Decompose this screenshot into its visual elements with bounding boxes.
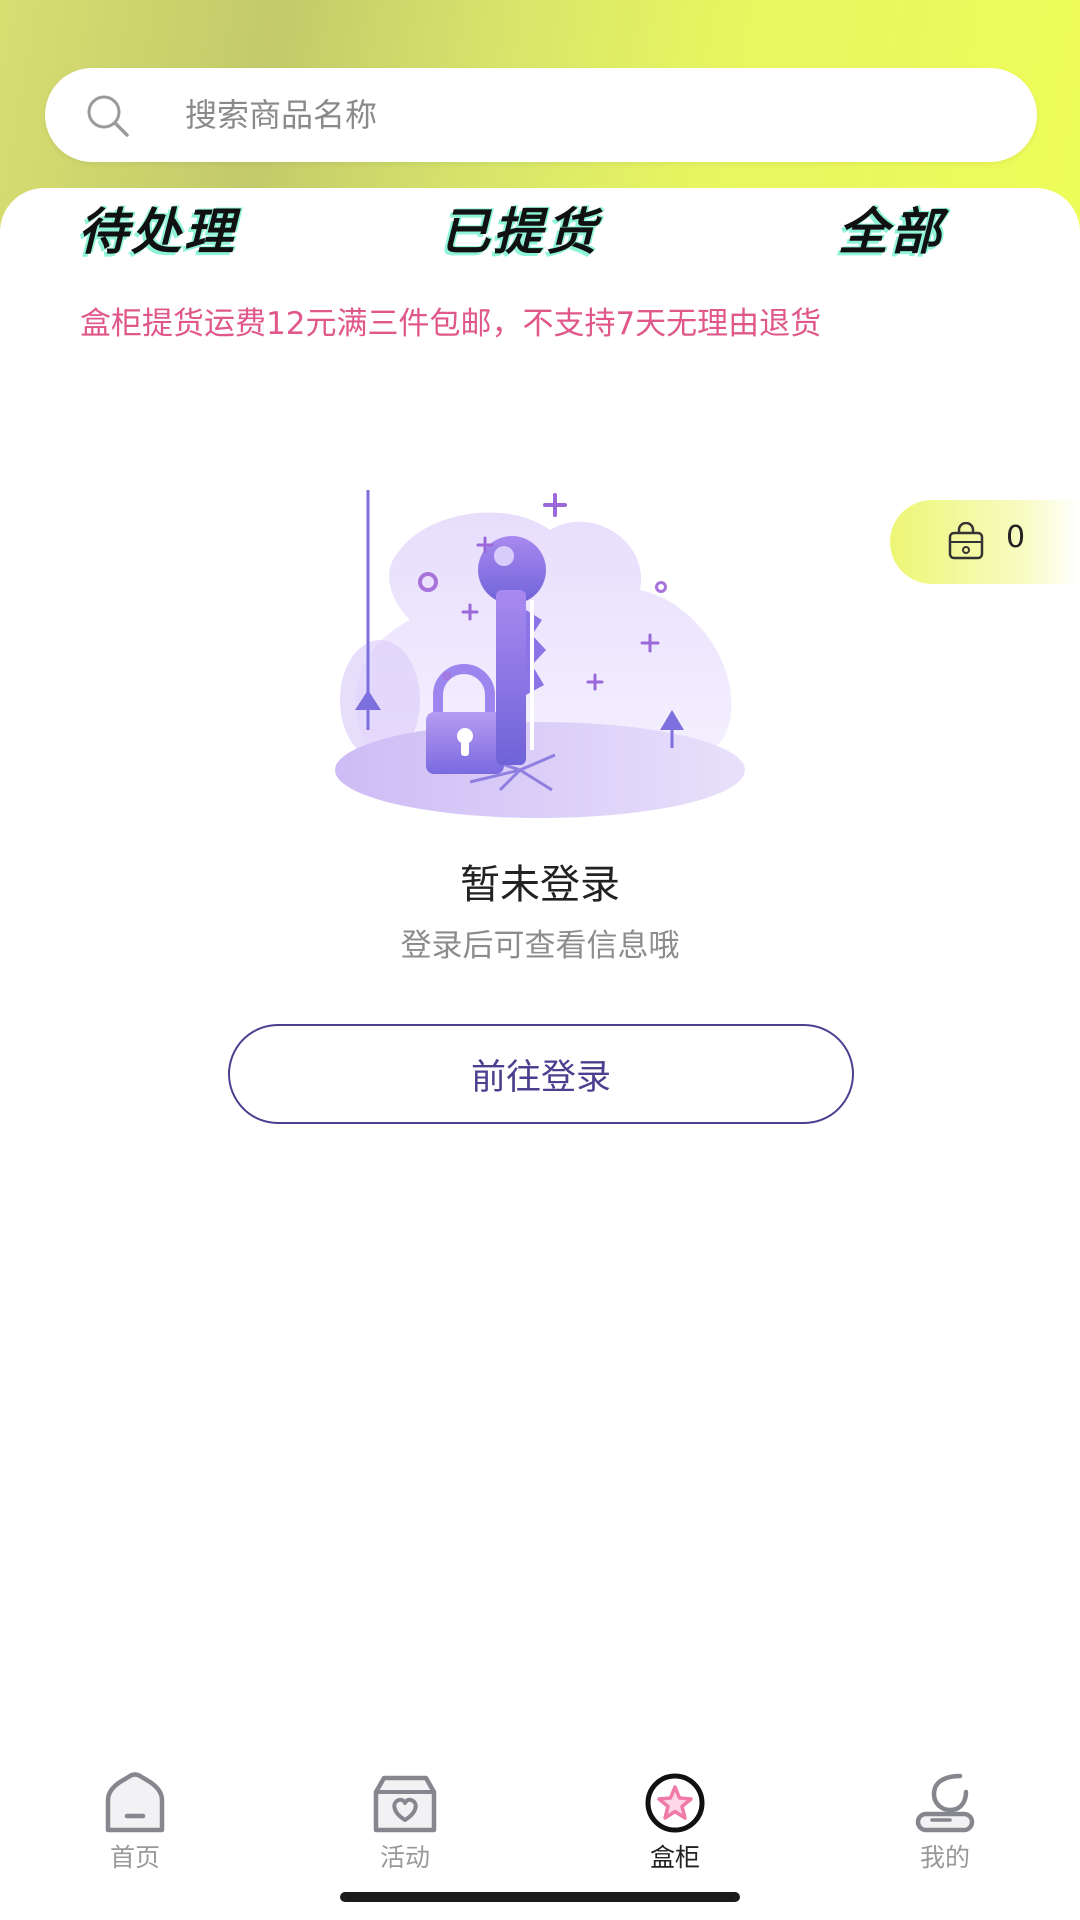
gift-box-heart-icon bbox=[373, 1775, 437, 1833]
nav-item-mine[interactable]: 我的 bbox=[875, 1760, 1015, 1880]
nav-item-activity[interactable]: 活动 bbox=[335, 1760, 475, 1880]
bag-icon bbox=[948, 522, 984, 560]
key-and-lock-illustration bbox=[335, 490, 745, 818]
tab-picked-up[interactable]: 已提货 bbox=[440, 200, 599, 264]
star-circle-icon bbox=[645, 1773, 705, 1833]
box-counter[interactable]: 0 bbox=[890, 500, 1080, 584]
search-icon bbox=[87, 95, 129, 137]
tab-label: 待处理 bbox=[78, 203, 237, 261]
nav-item-home[interactable]: 首页 bbox=[65, 1760, 205, 1880]
nav-label: 首页 bbox=[109, 1843, 160, 1872]
search-input[interactable] bbox=[185, 90, 1005, 140]
tab-pending[interactable]: 待处理 bbox=[72, 200, 237, 270]
nav-item-box-cabinet[interactable]: 盒柜 bbox=[605, 1760, 745, 1880]
tab-all[interactable]: 全部 bbox=[838, 200, 944, 264]
home-indicator bbox=[340, 1892, 740, 1902]
nav-label: 我的 bbox=[919, 1843, 970, 1872]
nav-label: 活动 bbox=[379, 1843, 430, 1872]
bottom-navigation: 首页 活动 盒柜 我的 bbox=[0, 1760, 1080, 1890]
search-bar[interactable] bbox=[45, 68, 1037, 162]
login-button[interactable]: 前往登录 bbox=[228, 1024, 854, 1124]
empty-state-title: 暂未登录 bbox=[460, 862, 620, 908]
empty-state-description: 登录后可查看信息哦 bbox=[400, 928, 680, 964]
shipping-notice: 盒柜提货运费12元满三件包邮，不支持7天无理由退货 bbox=[80, 306, 822, 342]
tab-label: 已提货 bbox=[440, 203, 599, 261]
box-count: 0 bbox=[1006, 520, 1026, 555]
nav-label: 盒柜 bbox=[649, 1843, 700, 1872]
home-icon bbox=[105, 1772, 165, 1833]
tab-label: 全部 bbox=[838, 203, 944, 261]
profile-icon bbox=[915, 1773, 975, 1833]
